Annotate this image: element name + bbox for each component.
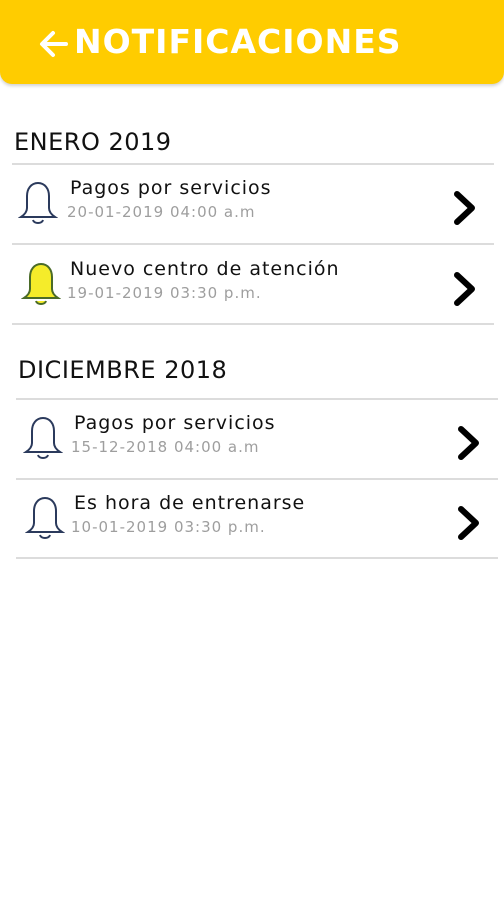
notification-date: 15-12-2018 04:00 a.m — [71, 438, 260, 456]
notification-item[interactable]: Nuevo centro de atención 19-01-2019 03:3… — [12, 246, 494, 324]
notification-title: Es hora de entrenarse — [74, 492, 306, 514]
notification-item[interactable]: Pagos por servicios 20-01-2019 04:00 a.m — [12, 165, 494, 243]
page-title: NOTIFICACIONES — [74, 22, 402, 61]
arrow-left-icon[interactable] — [36, 26, 72, 62]
notification-title: Nuevo centro de atención — [70, 258, 340, 280]
bell-outline-icon — [25, 496, 65, 539]
notification-date: 19-01-2019 03:30 p.m. — [67, 284, 262, 302]
divider — [12, 323, 494, 325]
notification-date: 10-01-2019 03:30 p.m. — [71, 518, 266, 536]
chevron-right-icon[interactable] — [456, 504, 482, 542]
chevron-right-icon[interactable] — [452, 189, 478, 227]
notification-item[interactable]: Es hora de entrenarse 10-01-2019 03:30 p… — [16, 480, 498, 558]
divider — [16, 557, 498, 559]
notification-item[interactable]: Pagos por servicios 15-12-2018 04:00 a.m — [16, 400, 498, 478]
bell-filled-icon — [21, 262, 61, 305]
app-header: NOTIFICACIONES — [0, 0, 504, 84]
notification-date: 20-01-2019 04:00 a.m — [67, 203, 256, 221]
bell-outline-icon — [23, 416, 63, 459]
notification-title: Pagos por servicios — [74, 412, 276, 434]
section-title-diciembre-2018: DICIEMBRE 2018 — [18, 356, 228, 384]
chevron-right-icon[interactable] — [456, 424, 482, 462]
notification-title: Pagos por servicios — [70, 177, 272, 199]
chevron-right-icon[interactable] — [452, 270, 478, 308]
section-title-enero-2019: ENERO 2019 — [14, 128, 172, 156]
bell-outline-icon — [18, 181, 58, 224]
divider — [12, 243, 494, 245]
